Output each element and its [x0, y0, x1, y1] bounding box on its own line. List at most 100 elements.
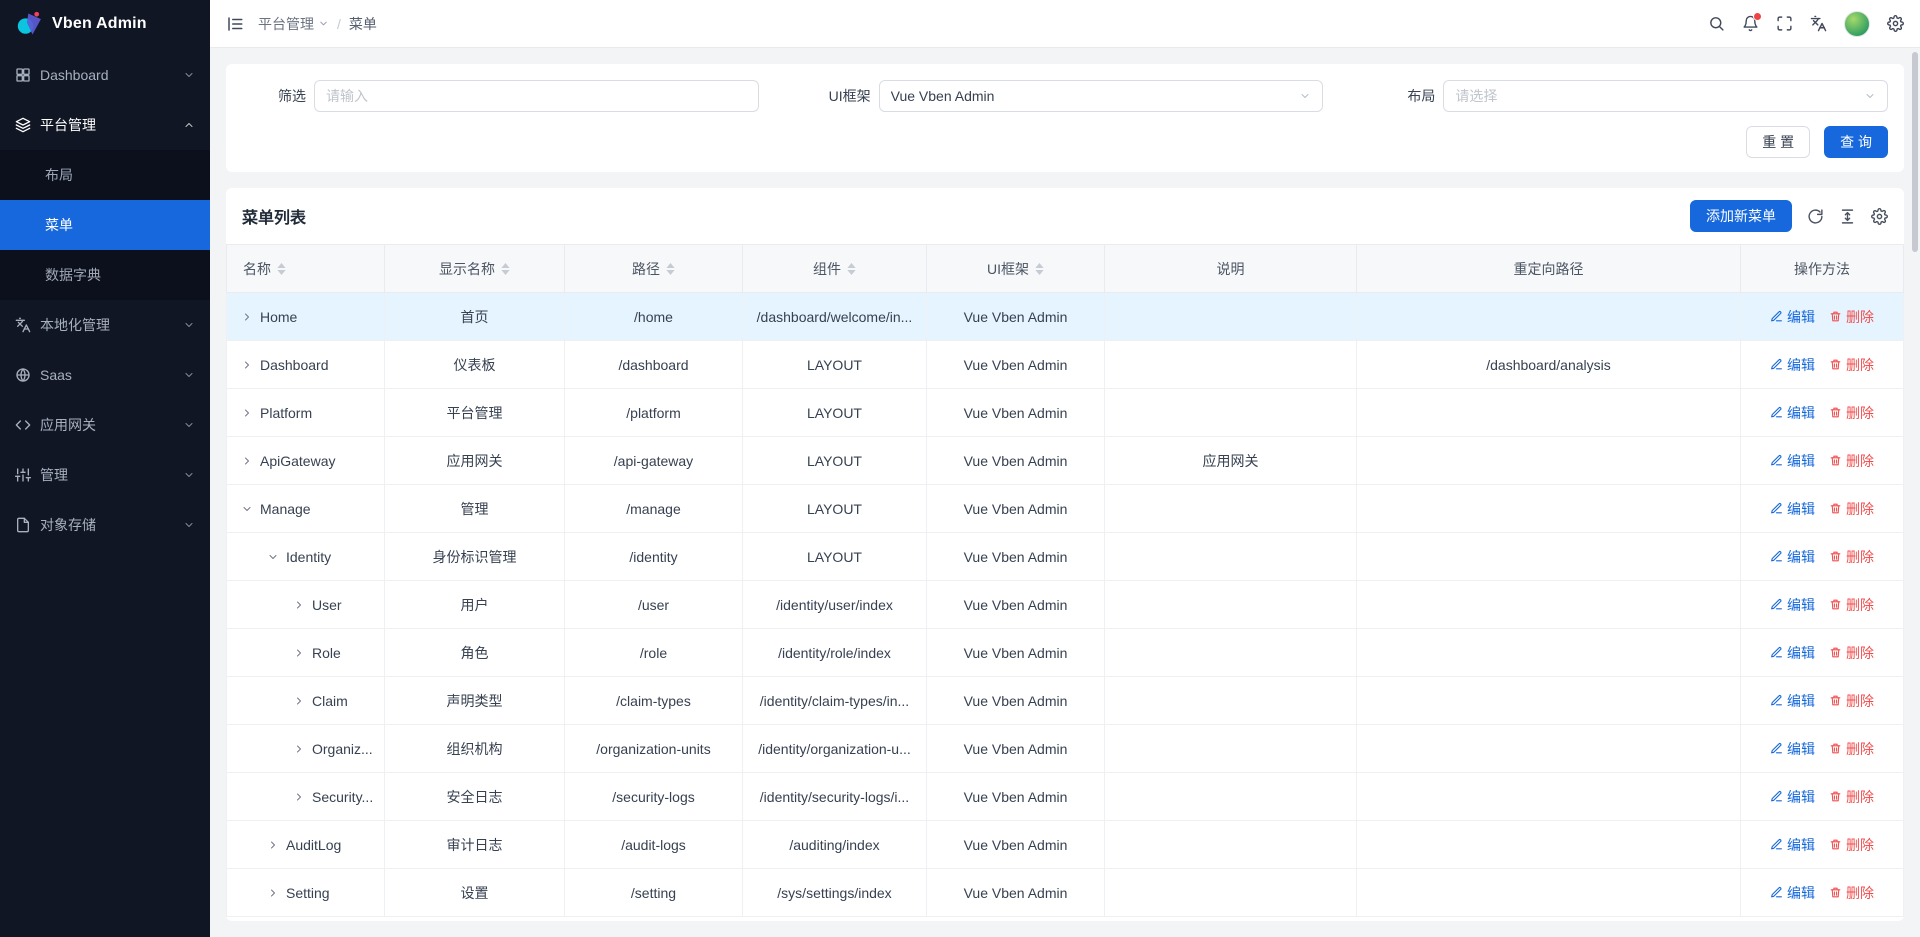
sidebar-item-manage[interactable]: 管理 [0, 450, 210, 500]
edit-label: 编辑 [1787, 307, 1815, 327]
edit-button[interactable]: 编辑 [1770, 307, 1815, 327]
delete-button[interactable]: 删除 [1829, 643, 1874, 663]
delete-label: 删除 [1846, 403, 1874, 423]
delete-button[interactable]: 删除 [1829, 499, 1874, 519]
column-header-display[interactable]: 显示名称 [385, 245, 565, 293]
chevron-right-icon[interactable] [293, 599, 305, 611]
chevron-right-icon[interactable] [293, 647, 305, 659]
row-path: /dashboard [565, 341, 743, 389]
chevron-right-icon[interactable] [293, 743, 305, 755]
add-menu-button[interactable]: 添加新菜单 [1690, 200, 1792, 232]
header: 平台管理 / 菜单 [210, 0, 1920, 48]
column-header-name[interactable]: 名称 [227, 245, 385, 293]
delete-button[interactable]: 删除 [1829, 403, 1874, 423]
sidebar-item-localization[interactable]: 本地化管理 [0, 300, 210, 350]
row-path: /identity [565, 533, 743, 581]
sidebar-item-label: Saas [40, 367, 174, 383]
edit-label: 编辑 [1787, 883, 1815, 903]
table-row: User用户/user/identity/user/indexVue Vben … [227, 581, 1904, 629]
edit-button[interactable]: 编辑 [1770, 595, 1815, 615]
chevron-right-icon[interactable] [241, 359, 253, 371]
row-ui-framework: Vue Vben Admin [927, 773, 1105, 821]
avatar[interactable] [1844, 11, 1870, 37]
column-label: 重定向路径 [1514, 259, 1584, 279]
chevron-right-icon[interactable] [241, 455, 253, 467]
edit-button[interactable]: 编辑 [1770, 883, 1815, 903]
settings-icon[interactable] [1871, 208, 1888, 225]
chevron-right-icon[interactable] [241, 311, 253, 323]
layout-select[interactable]: 请选择 [1443, 80, 1888, 112]
edit-button[interactable]: 编辑 [1770, 499, 1815, 519]
sort-icon[interactable] [666, 263, 675, 275]
sort-icon[interactable] [277, 263, 286, 275]
sidebar-item-platform-management[interactable]: 平台管理 [0, 100, 210, 150]
filter-keyword-input[interactable] [314, 80, 759, 112]
column-header-path[interactable]: 路径 [565, 245, 743, 293]
fullscreen-icon[interactable] [1776, 15, 1793, 32]
query-button[interactable]: 查 询 [1824, 126, 1888, 158]
row-redirect [1357, 437, 1741, 485]
row-display-name: 身份标识管理 [385, 533, 565, 581]
edit-button[interactable]: 编辑 [1770, 739, 1815, 759]
edit-button[interactable]: 编辑 [1770, 451, 1815, 471]
delete-button[interactable]: 删除 [1829, 883, 1874, 903]
sort-icon[interactable] [501, 263, 510, 275]
edit-button[interactable]: 编辑 [1770, 355, 1815, 375]
delete-button[interactable]: 删除 [1829, 835, 1874, 855]
delete-button[interactable]: 删除 [1829, 547, 1874, 567]
breadcrumb-item-menu: 菜单 [349, 14, 377, 34]
edit-button[interactable]: 编辑 [1770, 643, 1815, 663]
delete-button[interactable]: 删除 [1829, 451, 1874, 471]
table-row: Setting设置/setting/sys/settings/indexVue … [227, 869, 1904, 917]
chevron-down-icon[interactable] [267, 551, 279, 563]
chevron-right-icon[interactable] [267, 839, 279, 851]
translate-icon[interactable] [1810, 15, 1827, 32]
chevron-right-icon[interactable] [293, 695, 305, 707]
chevron-right-icon[interactable] [241, 407, 253, 419]
edit-button[interactable]: 编辑 [1770, 403, 1815, 423]
settings-icon[interactable] [1887, 15, 1904, 32]
sidebar-subitem-label: 布局 [45, 165, 73, 185]
sidebar-item-saas[interactable]: Saas [0, 350, 210, 400]
reset-button[interactable]: 重 置 [1746, 126, 1810, 158]
sidebar-item-dashboard[interactable]: Dashboard [0, 50, 210, 100]
chevron-right-icon[interactable] [267, 887, 279, 899]
delete-button[interactable]: 删除 [1829, 595, 1874, 615]
edit-label: 编辑 [1787, 595, 1815, 615]
sidebar-subitem-layout[interactable]: 布局 [0, 150, 210, 200]
edit-button[interactable]: 编辑 [1770, 835, 1815, 855]
chevron-right-icon[interactable] [293, 791, 305, 803]
collapse-sidebar-icon[interactable] [226, 15, 244, 33]
edit-label: 编辑 [1787, 739, 1815, 759]
sort-icon[interactable] [847, 263, 856, 275]
search-icon[interactable] [1708, 15, 1725, 32]
refresh-icon[interactable] [1807, 208, 1824, 225]
sidebar-subitem-data-dictionary[interactable]: 数据字典 [0, 250, 210, 300]
sidebar-subitem-menu[interactable]: 菜单 [0, 200, 210, 250]
row-description: 应用网关 [1105, 437, 1357, 485]
column-header-component[interactable]: 组件 [743, 245, 927, 293]
column-label: UI框架 [987, 259, 1029, 279]
edit-button[interactable]: 编辑 [1770, 787, 1815, 807]
edit-button[interactable]: 编辑 [1770, 691, 1815, 711]
column-header-ui[interactable]: UI框架 [927, 245, 1105, 293]
delete-button[interactable]: 删除 [1829, 787, 1874, 807]
sort-icon[interactable] [1035, 263, 1044, 275]
table-row: Identity身份标识管理/identityLAYOUTVue Vben Ad… [227, 533, 1904, 581]
sidebar-item-api-gateway[interactable]: 应用网关 [0, 400, 210, 450]
delete-button[interactable]: 删除 [1829, 691, 1874, 711]
breadcrumb-item-platform[interactable]: 平台管理 [258, 14, 329, 34]
page-scrollbar-thumb[interactable] [1912, 52, 1918, 252]
edit-button[interactable]: 编辑 [1770, 547, 1815, 567]
logo[interactable]: Vben Admin [0, 0, 210, 48]
column-height-icon[interactable] [1839, 208, 1856, 225]
delete-button[interactable]: 删除 [1829, 739, 1874, 759]
row-redirect [1357, 581, 1741, 629]
chevron-down-icon[interactable] [241, 503, 253, 515]
bell-icon[interactable] [1742, 15, 1759, 32]
sidebar-item-object-storage[interactable]: 对象存储 [0, 500, 210, 550]
delete-button[interactable]: 删除 [1829, 355, 1874, 375]
gateway-icon [15, 417, 31, 433]
ui-framework-select[interactable]: Vue Vben Admin [879, 80, 1324, 112]
delete-button[interactable]: 删除 [1829, 307, 1874, 327]
